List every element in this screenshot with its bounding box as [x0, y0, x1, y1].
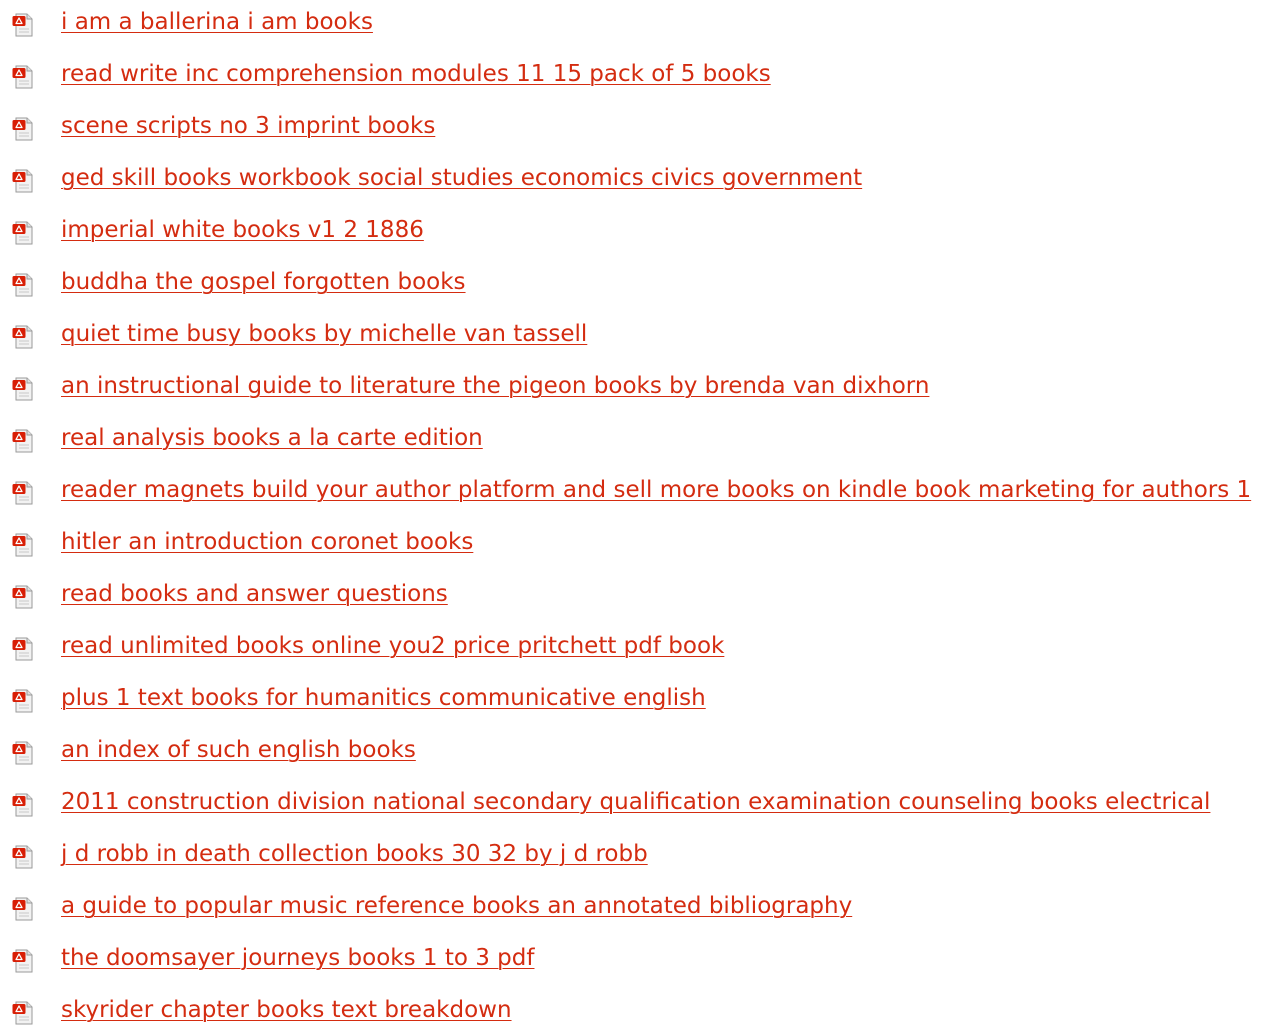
pdf-document-link[interactable]: buddha the gospel forgotten books: [61, 268, 466, 296]
list-item: read books and answer questions: [0, 568, 1282, 620]
list-item: j d robb in death collection books 30 32…: [0, 828, 1282, 880]
pdf-document-link[interactable]: j d robb in death collection books 30 32…: [61, 840, 648, 868]
list-item: scene scripts no 3 imprint books: [0, 100, 1282, 152]
pdf-document-link[interactable]: an index of such english books: [61, 736, 416, 764]
pdf-document-link[interactable]: read write inc comprehension modules 11 …: [61, 60, 771, 88]
list-item: imperial white books v1 2 1886: [0, 204, 1282, 256]
list-item: quiet time busy books by michelle van ta…: [0, 308, 1282, 360]
list-item: reader magnets build your author platfor…: [0, 464, 1282, 516]
pdf-document-link[interactable]: quiet time busy books by michelle van ta…: [61, 320, 587, 348]
pdf-document-link[interactable]: a guide to popular music reference books…: [61, 892, 852, 920]
list-item: read write inc comprehension modules 11 …: [0, 48, 1282, 100]
pdf-file-icon: [12, 637, 34, 661]
list-item: real analysis books a la carte edition: [0, 412, 1282, 464]
list-item: buddha the gospel forgotten books: [0, 256, 1282, 308]
pdf-file-icon: [12, 897, 34, 921]
pdf-document-link[interactable]: reader magnets build your author platfor…: [61, 476, 1251, 504]
list-item: hitler an introduction coronet books: [0, 516, 1282, 568]
pdf-document-link[interactable]: i am a ballerina i am books: [61, 8, 373, 36]
pdf-document-link[interactable]: imperial white books v1 2 1886: [61, 216, 424, 244]
pdf-file-icon: [12, 481, 34, 505]
pdf-document-link[interactable]: hitler an introduction coronet books: [61, 528, 473, 556]
pdf-file-icon: [12, 585, 34, 609]
pdf-file-icon: [12, 741, 34, 765]
pdf-link-list: i am a ballerina i am books read write i…: [0, 0, 1282, 1036]
pdf-document-link[interactable]: real analysis books a la carte edition: [61, 424, 483, 452]
pdf-document-link[interactable]: ged skill books workbook social studies …: [61, 164, 862, 192]
pdf-file-icon: [12, 117, 34, 141]
pdf-file-icon: [12, 377, 34, 401]
pdf-file-icon: [12, 533, 34, 557]
pdf-document-link[interactable]: read unlimited books online you2 price p…: [61, 632, 724, 660]
list-item: i am a ballerina i am books: [0, 0, 1282, 48]
list-item: an index of such english books: [0, 724, 1282, 776]
pdf-file-icon: [12, 65, 34, 89]
pdf-document-link[interactable]: plus 1 text books for humanitics communi…: [61, 684, 706, 712]
pdf-document-link[interactable]: skyrider chapter books text breakdown: [61, 996, 512, 1024]
list-item: 2011 construction division national seco…: [0, 776, 1282, 828]
pdf-file-icon: [12, 949, 34, 973]
list-item: plus 1 text books for humanitics communi…: [0, 672, 1282, 724]
pdf-document-link[interactable]: an instructional guide to literature the…: [61, 372, 929, 400]
pdf-file-icon: [12, 273, 34, 297]
pdf-file-icon: [12, 689, 34, 713]
pdf-document-link[interactable]: scene scripts no 3 imprint books: [61, 112, 435, 140]
pdf-document-link[interactable]: the doomsayer journeys books 1 to 3 pdf: [61, 944, 534, 972]
pdf-document-link[interactable]: read books and answer questions: [61, 580, 448, 608]
pdf-file-icon: [12, 169, 34, 193]
list-item: skyrider chapter books text breakdown: [0, 984, 1282, 1036]
pdf-file-icon: [12, 1001, 34, 1025]
list-item: an instructional guide to literature the…: [0, 360, 1282, 412]
pdf-file-icon: [12, 325, 34, 349]
pdf-document-link[interactable]: 2011 construction division national seco…: [61, 788, 1210, 816]
list-item: read unlimited books online you2 price p…: [0, 620, 1282, 672]
pdf-file-icon: [12, 845, 34, 869]
list-item: a guide to popular music reference books…: [0, 880, 1282, 932]
list-item: ged skill books workbook social studies …: [0, 152, 1282, 204]
pdf-file-icon: [12, 13, 34, 37]
pdf-file-icon: [12, 793, 34, 817]
pdf-file-icon: [12, 221, 34, 245]
pdf-file-icon: [12, 429, 34, 453]
list-item: the doomsayer journeys books 1 to 3 pdf: [0, 932, 1282, 984]
